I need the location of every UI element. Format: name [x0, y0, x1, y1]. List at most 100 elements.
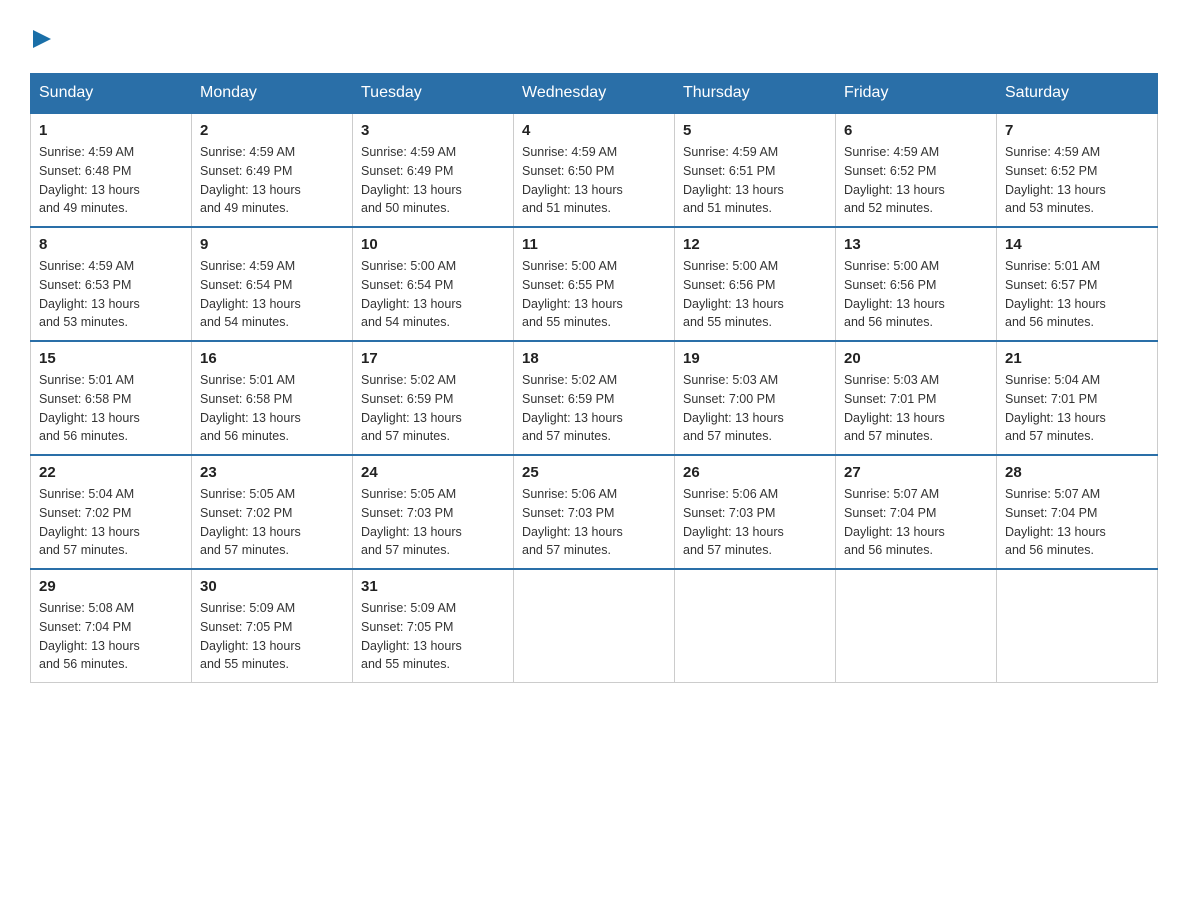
calendar-cell: 24 Sunrise: 5:05 AM Sunset: 7:03 PM Dayl…	[353, 455, 514, 569]
day-number: 15	[39, 350, 183, 367]
day-number: 11	[522, 236, 666, 253]
day-header-saturday: Saturday	[997, 74, 1158, 114]
day-info: Sunrise: 5:02 AM Sunset: 6:59 PM Dayligh…	[361, 371, 505, 446]
calendar-cell: 3 Sunrise: 4:59 AM Sunset: 6:49 PM Dayli…	[353, 113, 514, 227]
calendar-cell: 26 Sunrise: 5:06 AM Sunset: 7:03 PM Dayl…	[675, 455, 836, 569]
calendar-cell	[836, 569, 997, 683]
day-number: 23	[200, 464, 344, 481]
calendar-cell	[514, 569, 675, 683]
week-row-2: 8 Sunrise: 4:59 AM Sunset: 6:53 PM Dayli…	[31, 227, 1158, 341]
day-number: 4	[522, 122, 666, 139]
day-info: Sunrise: 5:04 AM Sunset: 7:02 PM Dayligh…	[39, 485, 183, 560]
day-number: 28	[1005, 464, 1149, 481]
day-number: 13	[844, 236, 988, 253]
day-info: Sunrise: 5:03 AM Sunset: 7:00 PM Dayligh…	[683, 371, 827, 446]
calendar-cell	[675, 569, 836, 683]
day-info: Sunrise: 4:59 AM Sunset: 6:50 PM Dayligh…	[522, 143, 666, 218]
day-number: 22	[39, 464, 183, 481]
calendar-cell: 23 Sunrise: 5:05 AM Sunset: 7:02 PM Dayl…	[192, 455, 353, 569]
day-info: Sunrise: 4:59 AM Sunset: 6:48 PM Dayligh…	[39, 143, 183, 218]
calendar-cell: 20 Sunrise: 5:03 AM Sunset: 7:01 PM Dayl…	[836, 341, 997, 455]
calendar-cell: 25 Sunrise: 5:06 AM Sunset: 7:03 PM Dayl…	[514, 455, 675, 569]
day-info: Sunrise: 4:59 AM Sunset: 6:52 PM Dayligh…	[844, 143, 988, 218]
day-info: Sunrise: 5:00 AM Sunset: 6:56 PM Dayligh…	[844, 257, 988, 332]
day-number: 6	[844, 122, 988, 139]
calendar-cell: 9 Sunrise: 4:59 AM Sunset: 6:54 PM Dayli…	[192, 227, 353, 341]
day-number: 16	[200, 350, 344, 367]
calendar-cell: 4 Sunrise: 4:59 AM Sunset: 6:50 PM Dayli…	[514, 113, 675, 227]
week-row-1: 1 Sunrise: 4:59 AM Sunset: 6:48 PM Dayli…	[31, 113, 1158, 227]
day-number: 17	[361, 350, 505, 367]
week-row-4: 22 Sunrise: 5:04 AM Sunset: 7:02 PM Dayl…	[31, 455, 1158, 569]
calendar-cell: 13 Sunrise: 5:00 AM Sunset: 6:56 PM Dayl…	[836, 227, 997, 341]
day-number: 14	[1005, 236, 1149, 253]
calendar-cell: 17 Sunrise: 5:02 AM Sunset: 6:59 PM Dayl…	[353, 341, 514, 455]
day-header-wednesday: Wednesday	[514, 74, 675, 114]
calendar-cell: 16 Sunrise: 5:01 AM Sunset: 6:58 PM Dayl…	[192, 341, 353, 455]
day-header-sunday: Sunday	[31, 74, 192, 114]
day-number: 1	[39, 122, 183, 139]
day-info: Sunrise: 4:59 AM Sunset: 6:49 PM Dayligh…	[200, 143, 344, 218]
week-row-5: 29 Sunrise: 5:08 AM Sunset: 7:04 PM Dayl…	[31, 569, 1158, 683]
day-number: 30	[200, 578, 344, 595]
day-number: 25	[522, 464, 666, 481]
day-header-thursday: Thursday	[675, 74, 836, 114]
day-info: Sunrise: 5:00 AM Sunset: 6:55 PM Dayligh…	[522, 257, 666, 332]
day-info: Sunrise: 5:06 AM Sunset: 7:03 PM Dayligh…	[522, 485, 666, 560]
calendar-cell: 29 Sunrise: 5:08 AM Sunset: 7:04 PM Dayl…	[31, 569, 192, 683]
calendar-cell: 27 Sunrise: 5:07 AM Sunset: 7:04 PM Dayl…	[836, 455, 997, 569]
calendar-cell: 10 Sunrise: 5:00 AM Sunset: 6:54 PM Dayl…	[353, 227, 514, 341]
day-info: Sunrise: 5:08 AM Sunset: 7:04 PM Dayligh…	[39, 599, 183, 674]
day-number: 31	[361, 578, 505, 595]
day-info: Sunrise: 5:03 AM Sunset: 7:01 PM Dayligh…	[844, 371, 988, 446]
day-info: Sunrise: 4:59 AM Sunset: 6:54 PM Dayligh…	[200, 257, 344, 332]
calendar-cell: 14 Sunrise: 5:01 AM Sunset: 6:57 PM Dayl…	[997, 227, 1158, 341]
day-number: 7	[1005, 122, 1149, 139]
calendar-cell: 18 Sunrise: 5:02 AM Sunset: 6:59 PM Dayl…	[514, 341, 675, 455]
day-number: 21	[1005, 350, 1149, 367]
calendar-table: SundayMondayTuesdayWednesdayThursdayFrid…	[30, 73, 1158, 683]
day-info: Sunrise: 5:07 AM Sunset: 7:04 PM Dayligh…	[844, 485, 988, 560]
day-number: 19	[683, 350, 827, 367]
day-info: Sunrise: 5:05 AM Sunset: 7:03 PM Dayligh…	[361, 485, 505, 560]
calendar-cell: 21 Sunrise: 5:04 AM Sunset: 7:01 PM Dayl…	[997, 341, 1158, 455]
logo-arrow-icon	[33, 30, 51, 48]
header-row: SundayMondayTuesdayWednesdayThursdayFrid…	[31, 74, 1158, 114]
calendar-cell: 5 Sunrise: 4:59 AM Sunset: 6:51 PM Dayli…	[675, 113, 836, 227]
day-info: Sunrise: 4:59 AM Sunset: 6:52 PM Dayligh…	[1005, 143, 1149, 218]
day-info: Sunrise: 4:59 AM Sunset: 6:53 PM Dayligh…	[39, 257, 183, 332]
day-info: Sunrise: 5:09 AM Sunset: 7:05 PM Dayligh…	[200, 599, 344, 674]
day-info: Sunrise: 5:05 AM Sunset: 7:02 PM Dayligh…	[200, 485, 344, 560]
day-info: Sunrise: 5:02 AM Sunset: 6:59 PM Dayligh…	[522, 371, 666, 446]
day-number: 8	[39, 236, 183, 253]
day-number: 10	[361, 236, 505, 253]
logo	[30, 30, 51, 53]
day-info: Sunrise: 5:04 AM Sunset: 7:01 PM Dayligh…	[1005, 371, 1149, 446]
calendar-cell: 7 Sunrise: 4:59 AM Sunset: 6:52 PM Dayli…	[997, 113, 1158, 227]
day-info: Sunrise: 5:01 AM Sunset: 6:58 PM Dayligh…	[39, 371, 183, 446]
day-info: Sunrise: 5:01 AM Sunset: 6:57 PM Dayligh…	[1005, 257, 1149, 332]
week-row-3: 15 Sunrise: 5:01 AM Sunset: 6:58 PM Dayl…	[31, 341, 1158, 455]
day-number: 5	[683, 122, 827, 139]
day-header-friday: Friday	[836, 74, 997, 114]
calendar-cell: 1 Sunrise: 4:59 AM Sunset: 6:48 PM Dayli…	[31, 113, 192, 227]
day-info: Sunrise: 5:00 AM Sunset: 6:54 PM Dayligh…	[361, 257, 505, 332]
calendar-cell: 12 Sunrise: 5:00 AM Sunset: 6:56 PM Dayl…	[675, 227, 836, 341]
day-header-monday: Monday	[192, 74, 353, 114]
day-info: Sunrise: 5:07 AM Sunset: 7:04 PM Dayligh…	[1005, 485, 1149, 560]
day-info: Sunrise: 4:59 AM Sunset: 6:49 PM Dayligh…	[361, 143, 505, 218]
calendar-cell: 11 Sunrise: 5:00 AM Sunset: 6:55 PM Dayl…	[514, 227, 675, 341]
calendar-cell: 8 Sunrise: 4:59 AM Sunset: 6:53 PM Dayli…	[31, 227, 192, 341]
calendar-cell: 28 Sunrise: 5:07 AM Sunset: 7:04 PM Dayl…	[997, 455, 1158, 569]
day-header-tuesday: Tuesday	[353, 74, 514, 114]
day-number: 24	[361, 464, 505, 481]
day-info: Sunrise: 5:09 AM Sunset: 7:05 PM Dayligh…	[361, 599, 505, 674]
day-number: 27	[844, 464, 988, 481]
calendar-cell: 19 Sunrise: 5:03 AM Sunset: 7:00 PM Dayl…	[675, 341, 836, 455]
calendar-cell: 6 Sunrise: 4:59 AM Sunset: 6:52 PM Dayli…	[836, 113, 997, 227]
day-info: Sunrise: 5:00 AM Sunset: 6:56 PM Dayligh…	[683, 257, 827, 332]
day-number: 20	[844, 350, 988, 367]
calendar-cell: 31 Sunrise: 5:09 AM Sunset: 7:05 PM Dayl…	[353, 569, 514, 683]
day-info: Sunrise: 5:06 AM Sunset: 7:03 PM Dayligh…	[683, 485, 827, 560]
day-info: Sunrise: 5:01 AM Sunset: 6:58 PM Dayligh…	[200, 371, 344, 446]
